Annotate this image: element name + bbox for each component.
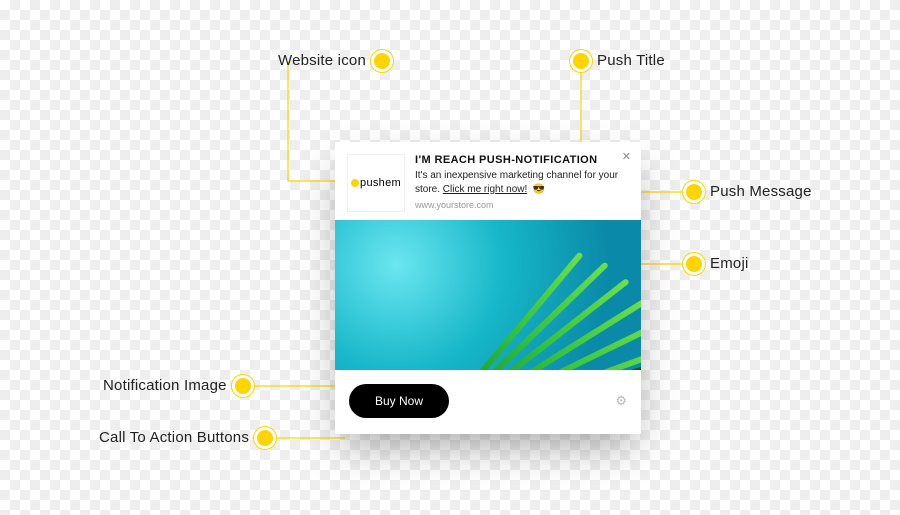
annotation-website-icon: Website icon	[278, 52, 390, 69]
push-notification-card: pushem I'M REACH PUSH-NOTIFICATION It's …	[335, 142, 641, 434]
annotation-dot	[686, 184, 702, 200]
annotation-push-title: Push Title	[573, 52, 665, 69]
annotation-push-message: Push Message	[686, 183, 812, 200]
notification-image	[335, 220, 641, 370]
gear-icon[interactable]: ⚙	[615, 393, 627, 409]
notification-header: pushem I'M REACH PUSH-NOTIFICATION It's …	[335, 142, 641, 220]
annotation-notification-image: Notification Image	[103, 377, 251, 394]
annotation-label: Push Title	[597, 52, 665, 69]
annotation-dot	[573, 53, 589, 69]
annotation-cta-buttons: Call To Action Buttons	[99, 429, 273, 446]
sunglasses-emoji-icon: 😎	[533, 184, 545, 195]
annotation-label: Emoji	[710, 255, 749, 272]
close-icon[interactable]: ✕	[622, 150, 631, 163]
website-icon: pushem	[347, 154, 405, 212]
push-message-link[interactable]: Click me right now!	[443, 184, 527, 195]
annotation-label: Notification Image	[103, 377, 227, 394]
annotation-emoji: Emoji	[686, 255, 749, 272]
annotation-label: Call To Action Buttons	[99, 429, 249, 446]
notification-footer: Buy Now ⚙	[335, 370, 641, 434]
buy-now-button[interactable]: Buy Now	[349, 384, 449, 418]
annotation-dot	[374, 53, 390, 69]
annotation-label: Push Message	[710, 183, 812, 200]
annotation-dot	[235, 378, 251, 394]
brand-logo: pushem	[351, 177, 401, 189]
site-url: www.yourstore.com	[415, 200, 629, 210]
annotation-dot	[257, 430, 273, 446]
push-message: It's an inexpensive marketing channel fo…	[415, 169, 629, 196]
annotation-label: Website icon	[278, 52, 366, 69]
annotation-dot	[686, 256, 702, 272]
push-title: I'M REACH PUSH-NOTIFICATION	[415, 154, 629, 166]
